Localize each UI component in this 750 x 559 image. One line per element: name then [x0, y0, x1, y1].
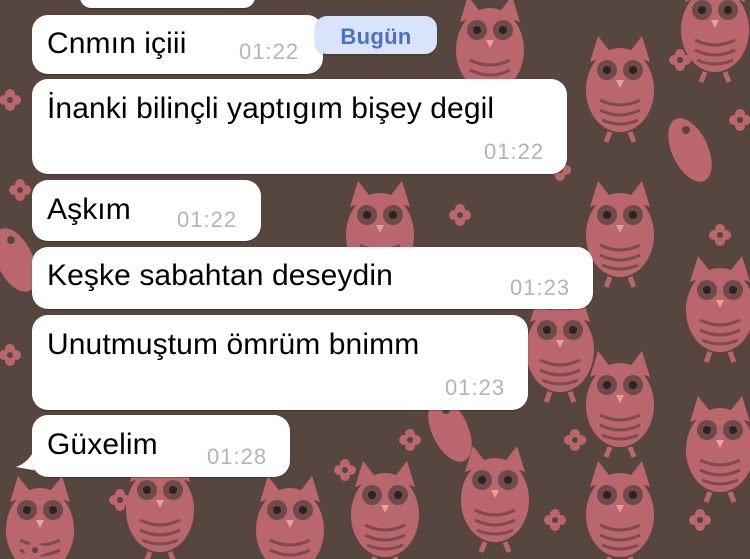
message-bubble[interactable]: Güxelim 01:28 [32, 415, 290, 477]
message-time: 01:22 [177, 207, 238, 232]
message-text: Keşke sabahtan deseydin [47, 259, 393, 292]
message-time: 01:22 [239, 39, 300, 64]
message-time: 01:23 [510, 275, 571, 300]
message-text: Aşkım [47, 193, 131, 226]
date-label: Bugün [340, 24, 412, 49]
message-bubble[interactable]: İnanki bilinçli yaptıgım bişey degil 01:… [32, 79, 567, 174]
message-time: 01:22 [484, 139, 545, 164]
message-bubble[interactable]: Unutmuştum ömrüm bnimm 01:23 [32, 315, 528, 410]
date-separator-chip: Bugün [315, 16, 437, 54]
message-text: Güxelim [47, 428, 158, 461]
message-time: 01:23 [445, 375, 506, 400]
message-bubble[interactable]: Cnmın içiii 01:22 [32, 15, 323, 74]
message-bubble[interactable]: Keşke sabahtan deseydin 01:23 [32, 247, 593, 309]
message-time: 01:28 [207, 444, 268, 469]
message-text: İnanki bilinçli yaptıgım bişey degil [47, 92, 495, 125]
message-text: Unutmuştum ömrüm bnimm [47, 328, 420, 361]
message-bubble[interactable]: Aşkım 01:22 [32, 180, 261, 241]
message-bubble-partial[interactable] [80, 0, 255, 8]
message-text: Cnmın içiii [47, 27, 187, 60]
